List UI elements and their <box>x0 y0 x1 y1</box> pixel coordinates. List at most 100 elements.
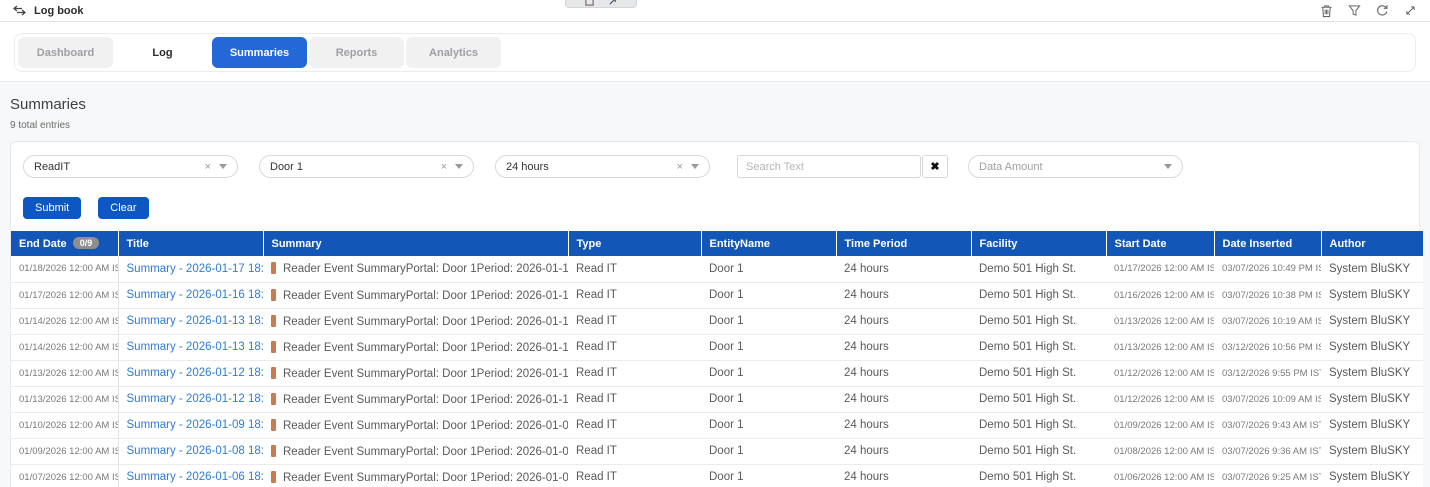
cell-end-date: 01/14/2026 12:00 AM IST <box>11 334 119 361</box>
tab-dashboard[interactable]: Dashboard <box>18 37 113 68</box>
summary-link[interactable]: Summary - 2026-01-09 18:30 <box>127 419 264 431</box>
trash-icon[interactable] <box>1319 3 1334 18</box>
summary-link[interactable]: Summary - 2026-01-12 18:30 <box>127 367 264 379</box>
column-header-summary[interactable]: Summary <box>263 231 569 256</box>
cell-date-inserted: 03/12/2026 10:56 PM IST <box>1214 334 1321 361</box>
cell-entity-name: Door 1 <box>701 282 836 309</box>
cell-time-period: 24 hours <box>836 282 971 309</box>
cell-start-date: 01/06/2026 12:00 AM IST <box>1106 464 1214 487</box>
cell-time-period: 24 hours <box>836 386 971 413</box>
cell-end-date: 01/10/2026 12:00 AM IST <box>11 412 119 439</box>
cell-author: System BluSKY <box>1321 256 1423 283</box>
column-header-facility[interactable]: Facility <box>971 231 1107 256</box>
cell-date-inserted: 03/07/2026 10:49 PM IST <box>1214 256 1321 283</box>
column-label: Type <box>576 237 602 250</box>
summary-link[interactable]: Summary - 2026-01-08 18:30 <box>127 445 264 457</box>
summary-link[interactable]: Summary - 2026-01-12 18:30 <box>127 393 264 405</box>
cell-entity-name: Door 1 <box>701 412 836 439</box>
cell-end-date: 01/07/2026 12:00 AM IST <box>11 464 119 487</box>
period-filter-select[interactable]: 24 hours × <box>495 155 710 178</box>
column-header-title[interactable]: Title <box>118 231 264 256</box>
summary-text: Reader Event SummaryPortal: Door 1Period… <box>283 263 568 276</box>
column-label: Date Inserted <box>1222 237 1293 250</box>
tab-log[interactable]: Log <box>115 37 210 68</box>
table-row: 01/13/2026 12:00 AM IST Summary - 2026-01… <box>11 386 1423 413</box>
cell-summary: Reader Event SummaryPortal: Door 1Period… <box>263 360 568 387</box>
cell-title: Summary - 2026-01-13 18:30 <box>118 334 264 361</box>
resize-icon[interactable] <box>608 0 617 6</box>
tab-reports[interactable]: Reports <box>309 37 404 68</box>
cell-entity-name: Door 1 <box>701 464 836 487</box>
summary-bar-icon <box>271 314 276 327</box>
column-header-type[interactable]: Type <box>568 231 702 256</box>
cell-author: System BluSKY <box>1321 308 1423 335</box>
search-clear-button[interactable]: ✖ <box>922 155 948 178</box>
summary-bar-icon <box>271 340 276 353</box>
cell-date-inserted: 03/12/2026 9:55 PM IST <box>1214 360 1321 387</box>
summary-link[interactable]: Summary - 2026-01-06 18:30 <box>127 471 264 483</box>
type-filter-select[interactable]: ReadIT × <box>23 155 238 178</box>
cell-title: Summary - 2026-01-08 18:30 <box>118 438 264 465</box>
cell-summary: Reader Event SummaryPortal: Door 1Period… <box>263 256 568 283</box>
cell-summary: Reader Event SummaryPortal: Door 1Period… <box>263 386 568 413</box>
chevron-down-icon[interactable] <box>691 164 699 169</box>
summary-text: Reader Event SummaryPortal: Door 1Period… <box>283 419 568 432</box>
clear-button[interactable]: Clear <box>98 197 149 219</box>
type-filter-value: ReadIT <box>34 160 71 173</box>
cell-entity-name: Door 1 <box>701 256 836 283</box>
cell-time-period: 24 hours <box>836 308 971 335</box>
expand-icon[interactable] <box>1403 3 1418 18</box>
cell-summary: Reader Event SummaryPortal: Door 1Period… <box>263 308 568 335</box>
tab-analytics[interactable]: Analytics <box>406 37 501 68</box>
summary-link[interactable]: Summary - 2026-01-13 18:30 <box>127 341 264 353</box>
column-header-author[interactable]: Author <box>1321 231 1423 256</box>
column-header-start-date[interactable]: Start Date <box>1106 231 1215 256</box>
cell-title: Summary - 2026-01-12 18:30 <box>118 386 264 413</box>
data-amount-select[interactable]: Data Amount <box>968 155 1183 178</box>
clear-icon[interactable]: × <box>677 161 683 173</box>
cell-facility: Demo 501 High St. <box>971 308 1106 335</box>
column-header-entityname[interactable]: EntityName <box>701 231 837 256</box>
summary-link[interactable]: Summary - 2026-01-13 18:30 <box>127 315 264 327</box>
cell-entity-name: Door 1 <box>701 386 836 413</box>
cell-start-date: 01/09/2026 12:00 AM IST <box>1106 412 1214 439</box>
cell-entity-name: Door 1 <box>701 308 836 335</box>
summary-link[interactable]: Summary - 2026-01-17 18:30 <box>127 263 264 275</box>
chevron-down-icon[interactable] <box>455 164 463 169</box>
cell-date-inserted: 03/07/2026 9:25 AM IST <box>1214 464 1321 487</box>
summary-link[interactable]: Summary - 2026-01-16 18:30 <box>127 289 264 301</box>
summaries-card: ReadIT × Door 1 × 24 hours × ✖ Data Amou… <box>10 141 1423 487</box>
entries-count: 9 total entries <box>10 120 71 131</box>
cell-author: System BluSKY <box>1321 464 1423 487</box>
data-amount-placeholder: Data Amount <box>979 160 1043 173</box>
cell-title: Summary - 2026-01-09 18:30 <box>118 412 264 439</box>
cell-type: Read IT <box>568 412 701 439</box>
cell-time-period: 24 hours <box>836 256 971 283</box>
window-icon[interactable] <box>585 0 594 6</box>
cell-start-date: 01/12/2026 12:00 AM IST <box>1106 386 1214 413</box>
tab-summaries[interactable]: Summaries <box>212 37 307 68</box>
cell-summary: Reader Event SummaryPortal: Door 1Period… <box>263 438 568 465</box>
column-header-time-period[interactable]: Time Period <box>836 231 972 256</box>
tab-strip: Dashboard Log Summaries Reports Analytics <box>0 22 1430 82</box>
table-row: 01/18/2026 12:00 AM IST Summary - 2026-01… <box>11 256 1423 283</box>
refresh-icon[interactable] <box>1375 3 1390 18</box>
clear-icon[interactable]: × <box>205 161 211 173</box>
clear-icon[interactable]: × <box>441 161 447 173</box>
submit-button[interactable]: Submit <box>23 197 82 219</box>
cell-date-inserted: 03/07/2026 10:38 PM IST <box>1214 282 1321 309</box>
selection-count-badge: 0/9 <box>72 237 100 249</box>
column-label: Start Date <box>1114 237 1167 250</box>
search-input[interactable] <box>737 155 921 178</box>
chevron-down-icon[interactable] <box>1164 164 1172 169</box>
cell-facility: Demo 501 High St. <box>971 334 1106 361</box>
cell-author: System BluSKY <box>1321 334 1423 361</box>
chevron-down-icon[interactable] <box>219 164 227 169</box>
filter-icon[interactable] <box>1347 3 1362 18</box>
cell-type: Read IT <box>568 256 701 283</box>
entity-filter-select[interactable]: Door 1 × <box>259 155 474 178</box>
table-row: 01/09/2026 12:00 AM IST Summary - 2026-01… <box>11 438 1423 465</box>
cell-end-date: 01/17/2026 12:00 AM IST <box>11 282 119 309</box>
column-header-end-date[interactable]: End Date 0/9 <box>11 231 119 256</box>
column-header-date-inserted[interactable]: Date Inserted <box>1214 231 1322 256</box>
